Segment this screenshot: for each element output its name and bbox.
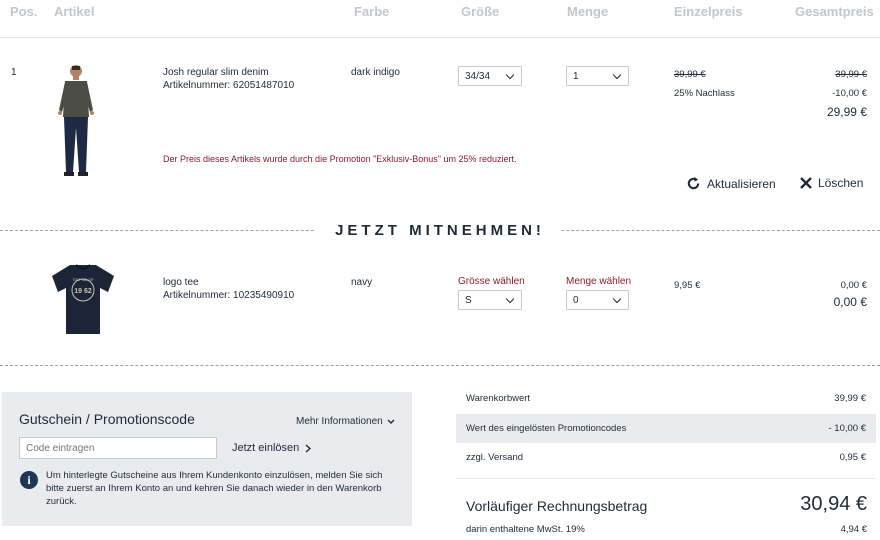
svg-text:TOM TAILOR: TOM TAILOR [72, 278, 93, 282]
item2-size-value: S [465, 295, 472, 306]
item2-color: navy [351, 277, 373, 288]
item1-name[interactable]: Josh regular slim denim [163, 67, 269, 78]
update-label: Aktualisieren [707, 176, 776, 191]
more-info-link[interactable]: Mehr Informationen [296, 416, 395, 427]
item2-total: 0,00 € [833, 295, 867, 309]
item1-qty-select[interactable]: 1 [566, 66, 629, 86]
header-pos: Pos. [10, 4, 38, 19]
chevron-right-icon [305, 443, 312, 453]
redeem-button[interactable]: Jetzt einlösen [232, 442, 312, 454]
jeans-model-icon [58, 65, 94, 176]
voucher-info-text: Um hinterlegte Gutscheine aus Ihrem Kund… [46, 470, 383, 507]
promo-value: - 10,00 € [828, 423, 867, 434]
redeem-label: Jetzt einlösen [232, 442, 300, 454]
item1-total-new: 29,99 € [826, 105, 867, 119]
item1-product-image[interactable] [48, 62, 104, 182]
item2-product-image[interactable]: TOM TAILOR 19 62 [48, 262, 118, 336]
item2-unit-price: 9,95 € [674, 280, 701, 291]
chevron-down-icon [387, 419, 395, 424]
refresh-icon [687, 176, 700, 190]
more-info-label: Mehr Informationen [296, 416, 383, 427]
chevron-down-icon [505, 70, 515, 80]
item2-size-select[interactable]: S [458, 290, 522, 310]
item1-qty-value: 1 [573, 71, 579, 82]
shipping-label: zzgl. Versand [466, 452, 524, 463]
cart-value-label: Warenkorbwert [466, 393, 531, 404]
svg-text:19 62: 19 62 [74, 288, 92, 295]
vat-label: darin enthaltene MwSt. 19% [466, 524, 585, 535]
cart-value: 39,99 € [834, 393, 866, 404]
grand-total-value: 30,94 € [800, 493, 867, 515]
item2-qty-value: 0 [573, 295, 579, 306]
promo-label: Wert des eingelösten Promotioncodes [466, 423, 627, 434]
close-icon [800, 177, 812, 189]
header-gesamtpreis: Gesamtpreis [795, 4, 874, 19]
item1-size-select[interactable]: 34/34 [458, 66, 522, 86]
voucher-code-input[interactable] [19, 437, 217, 459]
update-button[interactable]: Aktualisieren [686, 176, 776, 191]
item1-total-discount: -10,00 € [832, 88, 867, 99]
item1-position: 1 [11, 67, 17, 78]
voucher-title: Gutschein / Promotionscode [19, 411, 195, 427]
item1-size-value: 34/34 [465, 71, 491, 82]
chevron-down-icon [505, 294, 515, 304]
item1-article-number: Artikelnummer: 62051487010 [163, 80, 295, 91]
item2-name[interactable]: logo tee [163, 277, 199, 288]
totals-cart-value-row: Warenkorbwert 39,99 € [456, 384, 876, 413]
item2-total-small: 0,00 € [840, 280, 867, 291]
header-groesse: Größe [461, 4, 500, 19]
header-artikel: Artikel [54, 4, 95, 19]
item2-qty-select[interactable]: 0 [566, 290, 629, 310]
totals-shipping-row: zzgl. Versand 0,95 € [456, 443, 876, 472]
item1-discount-label: 25% Nachlass [674, 88, 735, 99]
grand-total-label: Vorläufiger Rechnungsbetrag [466, 498, 648, 514]
section-divider [0, 365, 880, 366]
voucher-panel: Gutschein / Promotionscode Mehr Informat… [2, 392, 412, 526]
totals-divider [456, 478, 876, 479]
delete-label: Löschen [818, 176, 864, 190]
totals-promo-row: Wert des eingelösten Promotioncodes - 10… [456, 414, 876, 443]
vat-value: 4,94 € [840, 524, 867, 535]
header-menge: Menge [567, 4, 609, 19]
header-farbe: Farbe [354, 4, 390, 19]
tshirt-icon: TOM TAILOR 19 62 [52, 264, 114, 334]
item1-promo-note: Der Preis dieses Artikels wurde durch di… [163, 154, 517, 164]
item2-size-label: Grösse wählen [458, 276, 525, 287]
shipping-value: 0,95 € [839, 452, 866, 463]
info-icon: i [20, 471, 38, 489]
header-einzelpreis: Einzelpreis [674, 4, 743, 19]
item1-color: dark indigo [351, 67, 400, 78]
chevron-down-icon [612, 294, 622, 304]
item2-qty-label: Menge wählen [566, 276, 632, 287]
item2-article-number: Artikelnummer: 10235490910 [163, 290, 295, 301]
delete-button[interactable]: Löschen [800, 176, 863, 190]
chevron-down-icon [612, 70, 622, 80]
header-divider [0, 37, 880, 38]
item1-total-old: 39,99 € [835, 69, 867, 80]
recommendation-banner: JETZT MITNEHMEN! [335, 222, 545, 239]
item1-unit-price-old: 39,99 € [674, 69, 706, 80]
